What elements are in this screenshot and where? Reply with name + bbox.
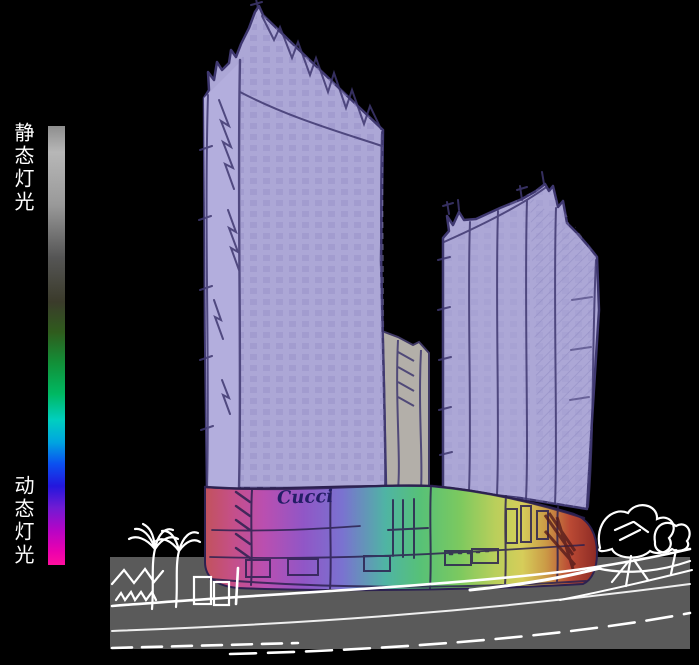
main-tower (199, 0, 386, 488)
lighting-concept-canvas: 静态灯光 动态灯光 (0, 0, 699, 665)
right-tower (438, 172, 599, 509)
podium-sign-text: Cucci (277, 486, 334, 509)
main-tower-facade-grid (241, 8, 385, 488)
sketch-scene: Cucci (0, 0, 699, 665)
